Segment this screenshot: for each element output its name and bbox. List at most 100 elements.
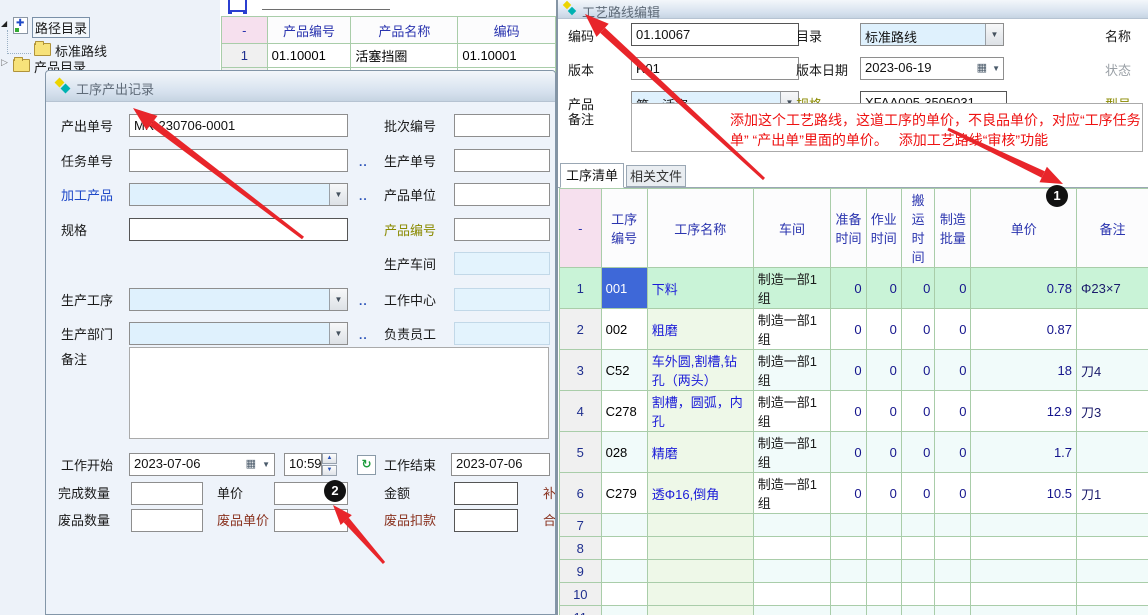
route-table-row[interactable]: 6C279透Φ16,倒角制造一部1组000010.5刀1 <box>560 473 1148 514</box>
batch-cell[interactable] <box>935 560 971 583</box>
workshop-cell[interactable] <box>753 606 831 615</box>
route-table-row[interactable]: 8 <box>560 537 1148 560</box>
row-index-cell[interactable]: 6 <box>560 473 602 514</box>
process-code-cell[interactable]: C279 <box>601 473 647 514</box>
work-time-cell[interactable] <box>866 606 901 615</box>
tab-process-list[interactable]: 工序清单 <box>560 163 624 188</box>
process-name-cell[interactable]: 透Φ16,倒角 <box>647 473 753 514</box>
route-version-date-input[interactable]: 2023-06-19 ▦ ▼ <box>860 57 1004 80</box>
route-table-row[interactable]: 1001下料制造一部1组00000.78Φ23×7 <box>560 268 1148 309</box>
work-start-time-input[interactable]: 10:59 <box>284 453 322 476</box>
route-version-input[interactable] <box>631 57 799 80</box>
row-index-cell[interactable]: 9 <box>560 560 602 583</box>
process-code-cell[interactable]: 028 <box>601 432 647 473</box>
work-time-cell[interactable] <box>866 514 901 537</box>
process-code-cell[interactable] <box>601 537 647 560</box>
route-table-row[interactable]: 2002粗磨制造一部1组00000.87 <box>560 309 1148 350</box>
product-col-header[interactable]: 产品编号 <box>267 17 351 44</box>
expander-collapsed-icon[interactable]: ▷ <box>1 57 8 68</box>
scrap-qty-input[interactable] <box>131 509 203 532</box>
note-cell[interactable] <box>1077 309 1148 350</box>
note-cell[interactable] <box>1077 606 1148 615</box>
prep-time-cell[interactable] <box>831 537 866 560</box>
prep-time-cell[interactable]: 0 <box>831 268 866 309</box>
workshop-cell[interactable] <box>753 560 831 583</box>
work-time-cell[interactable]: 0 <box>866 350 901 391</box>
prod-dept-lookup-dots[interactable]: .. <box>359 328 368 342</box>
batch-cell[interactable] <box>935 537 971 560</box>
work-end-date-input[interactable]: 2023-07-06 <box>451 453 550 476</box>
move-time-cell[interactable]: 0 <box>901 350 934 391</box>
amount-input[interactable] <box>454 482 518 505</box>
row-index-cell[interactable]: 4 <box>560 391 602 432</box>
unit-price-cell[interactable]: 1.7 <box>971 432 1077 473</box>
unit-price-cell[interactable]: 0.87 <box>971 309 1077 350</box>
move-time-cell[interactable]: 0 <box>901 309 934 350</box>
batch-cell[interactable]: 0 <box>935 309 971 350</box>
route-col-header[interactable]: 作业时间 <box>866 189 901 268</box>
process-name-cell[interactable] <box>647 537 753 560</box>
route-table-row[interactable]: 10 <box>560 583 1148 606</box>
note-cell[interactable] <box>1077 537 1148 560</box>
workshop-cell[interactable]: 制造一部1组 <box>753 309 831 350</box>
prod-process-lookup-dots[interactable]: .. <box>359 294 368 308</box>
route-col-header[interactable]: - <box>560 189 602 268</box>
move-time-cell[interactable] <box>901 606 934 615</box>
product-cell[interactable]: 01.10001 <box>267 44 351 68</box>
remark-textarea[interactable] <box>129 347 549 439</box>
process-product-lookup-dots[interactable]: .. <box>359 189 368 203</box>
route-col-header[interactable]: 工序编号 <box>601 189 647 268</box>
move-time-cell[interactable] <box>901 514 934 537</box>
batch-cell[interactable]: 0 <box>935 473 971 514</box>
route-table-row[interactable]: 5028精磨制造一部1组00001.7 <box>560 432 1148 473</box>
note-cell[interactable]: Φ23×7 <box>1077 268 1148 309</box>
work-time-cell[interactable] <box>866 537 901 560</box>
unit-price-cell[interactable] <box>971 514 1077 537</box>
chevron-down-icon[interactable]: ▼ <box>985 24 1003 45</box>
row-index-cell[interactable]: 5 <box>560 432 602 473</box>
product-col-header[interactable]: - <box>222 17 268 44</box>
move-time-cell[interactable] <box>901 560 934 583</box>
process-code-cell[interactable] <box>601 560 647 583</box>
route-panel-titlebar[interactable]: 工艺路线编辑 <box>558 0 1148 19</box>
workshop-cell[interactable] <box>753 537 831 560</box>
unit-price-cell[interactable] <box>971 560 1077 583</box>
work-time-cell[interactable]: 0 <box>866 432 901 473</box>
spinner-up-icon[interactable]: ▲ <box>322 453 337 464</box>
chevron-down-icon[interactable]: ▼ <box>329 289 347 310</box>
work-time-cell[interactable]: 0 <box>866 268 901 309</box>
process-code-cell[interactable]: C52 <box>601 350 647 391</box>
route-table-row[interactable]: 11 <box>560 606 1148 615</box>
batch-no-input[interactable] <box>454 114 550 137</box>
chevron-down-icon[interactable]: ▼ <box>992 64 1000 73</box>
row-index-cell[interactable]: 1 <box>560 268 602 309</box>
unit-price-cell[interactable] <box>971 606 1077 615</box>
process-name-cell[interactable] <box>647 606 753 615</box>
route-col-header[interactable]: 准备时间 <box>831 189 866 268</box>
route-col-header[interactable]: 工序名称 <box>647 189 753 268</box>
product-code-input[interactable] <box>454 218 550 241</box>
chevron-down-icon[interactable]: ▼ <box>329 184 347 205</box>
prep-time-cell[interactable] <box>831 583 866 606</box>
unit-price-cell[interactable] <box>971 537 1077 560</box>
finish-qty-input[interactable] <box>131 482 203 505</box>
prep-time-cell[interactable]: 0 <box>831 432 866 473</box>
task-no-input[interactable] <box>129 149 348 172</box>
workshop-cell[interactable]: 制造一部1组 <box>753 350 831 391</box>
toolbar-machine-icon[interactable] <box>228 0 247 12</box>
route-table-row[interactable]: 4C278割槽，圆弧，内孔制造一部1组000012.9刀3 <box>560 391 1148 432</box>
move-time-cell[interactable]: 0 <box>901 432 934 473</box>
row-index-cell[interactable]: 11 <box>560 606 602 615</box>
batch-cell[interactable] <box>935 583 971 606</box>
scrap-deduct-input[interactable] <box>454 509 518 532</box>
prep-time-cell[interactable]: 0 <box>831 473 866 514</box>
workshop-cell[interactable]: 制造一部1组 <box>753 268 831 309</box>
process-code-cell[interactable]: C278 <box>601 391 647 432</box>
batch-cell[interactable]: 0 <box>935 432 971 473</box>
route-code-input[interactable] <box>631 23 799 46</box>
process-product-combo[interactable]: ▼ <box>129 183 348 206</box>
prep-time-cell[interactable]: 0 <box>831 350 866 391</box>
prep-time-cell[interactable] <box>831 514 866 537</box>
note-cell[interactable]: 刀1 <box>1077 473 1148 514</box>
scrap-price-input[interactable] <box>274 509 348 532</box>
